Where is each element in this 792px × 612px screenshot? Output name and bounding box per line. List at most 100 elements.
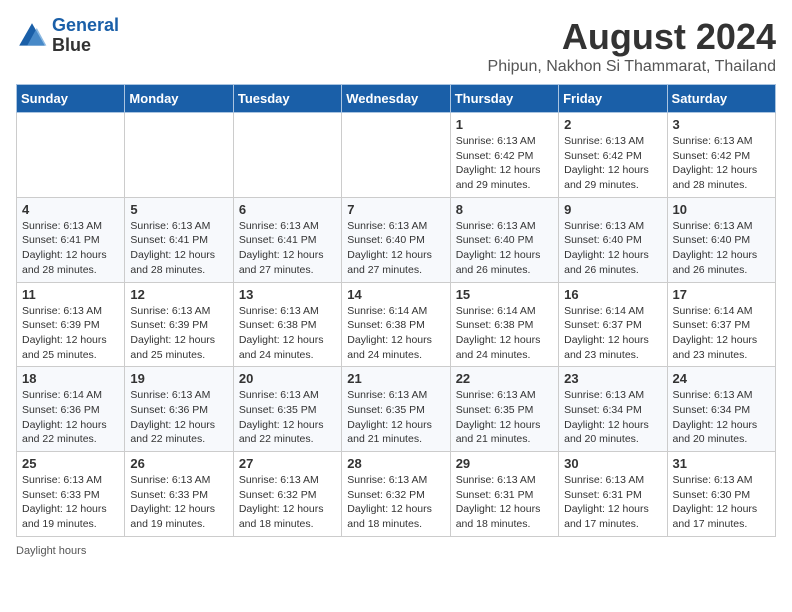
day-info: Sunrise: 6:14 AM Sunset: 6:37 PM Dayligh…: [564, 304, 661, 363]
calendar-cell: 31 Sunrise: 6:13 AM Sunset: 6:30 PM Dayli…: [667, 452, 775, 537]
calendar-header-cell: Saturday: [667, 85, 775, 113]
day-info: Sunrise: 6:13 AM Sunset: 6:34 PM Dayligh…: [673, 388, 770, 447]
calendar-cell: [233, 113, 341, 198]
calendar-cell: 29 Sunrise: 6:13 AM Sunset: 6:31 PM Dayli…: [450, 452, 558, 537]
day-info: Sunrise: 6:13 AM Sunset: 6:42 PM Dayligh…: [673, 134, 770, 193]
calendar-week-row: 11 Sunrise: 6:13 AM Sunset: 6:39 PM Dayli…: [17, 282, 776, 367]
calendar-cell: 2Sunrise: 6:13 AM Sunset: 6:42 PM Daylig…: [559, 113, 667, 198]
day-number: 19: [130, 371, 227, 386]
day-number: 25: [22, 456, 119, 471]
main-title: August 2024: [488, 16, 776, 58]
calendar-cell: 5 Sunrise: 6:13 AM Sunset: 6:41 PM Daylig…: [125, 197, 233, 282]
day-info: Sunrise: 6:13 AM Sunset: 6:41 PM Dayligh…: [239, 219, 336, 278]
day-info: Sunrise: 6:13 AM Sunset: 6:35 PM Dayligh…: [347, 388, 444, 447]
calendar-cell: 26 Sunrise: 6:13 AM Sunset: 6:33 PM Dayli…: [125, 452, 233, 537]
calendar-header-cell: Tuesday: [233, 85, 341, 113]
day-info: Sunrise: 6:13 AM Sunset: 6:40 PM Dayligh…: [564, 219, 661, 278]
calendar-cell: 3 Sunrise: 6:13 AM Sunset: 6:42 PM Daylig…: [667, 113, 775, 198]
day-info: Sunrise: 6:14 AM Sunset: 6:38 PM Dayligh…: [347, 304, 444, 363]
calendar-cell: 27Sunrise: 6:13 AM Sunset: 6:32 PM Dayli…: [233, 452, 341, 537]
calendar-cell: 18 Sunrise: 6:14 AM Sunset: 6:36 PM Dayli…: [17, 367, 125, 452]
calendar-header-row: SundayMondayTuesdayWednesdayThursdayFrid…: [17, 85, 776, 113]
day-number: 4: [22, 202, 119, 217]
day-number: 9: [564, 202, 661, 217]
day-number: 3: [673, 117, 770, 132]
day-number: 18: [22, 371, 119, 386]
calendar-cell: 22Sunrise: 6:13 AM Sunset: 6:35 PM Dayli…: [450, 367, 558, 452]
day-info: Sunrise: 6:13 AM Sunset: 6:33 PM Dayligh…: [22, 473, 119, 532]
day-info: Sunrise: 6:13 AM Sunset: 6:41 PM Dayligh…: [130, 219, 227, 278]
day-info: Sunrise: 6:14 AM Sunset: 6:38 PM Dayligh…: [456, 304, 553, 363]
day-info: Sunrise: 6:13 AM Sunset: 6:38 PM Dayligh…: [239, 304, 336, 363]
calendar-cell: 11 Sunrise: 6:13 AM Sunset: 6:39 PM Dayli…: [17, 282, 125, 367]
day-number: 8: [456, 202, 553, 217]
day-number: 16: [564, 287, 661, 302]
calendar-cell: 25 Sunrise: 6:13 AM Sunset: 6:33 PM Dayli…: [17, 452, 125, 537]
calendar-cell: 17 Sunrise: 6:14 AM Sunset: 6:37 PM Dayli…: [667, 282, 775, 367]
day-info: Sunrise: 6:14 AM Sunset: 6:36 PM Dayligh…: [22, 388, 119, 447]
calendar-header-cell: Thursday: [450, 85, 558, 113]
calendar-cell: 7 Sunrise: 6:13 AM Sunset: 6:40 PM Daylig…: [342, 197, 450, 282]
day-number: 29: [456, 456, 553, 471]
logo-text: General Blue: [52, 16, 119, 56]
calendar-cell: 12Sunrise: 6:13 AM Sunset: 6:39 PM Dayli…: [125, 282, 233, 367]
day-number: 5: [130, 202, 227, 217]
day-number: 10: [673, 202, 770, 217]
calendar-cell: 24 Sunrise: 6:13 AM Sunset: 6:34 PM Dayli…: [667, 367, 775, 452]
calendar-cell: [17, 113, 125, 198]
calendar-cell: 10Sunrise: 6:13 AM Sunset: 6:40 PM Dayli…: [667, 197, 775, 282]
calendar-cell: 21Sunrise: 6:13 AM Sunset: 6:35 PM Dayli…: [342, 367, 450, 452]
calendar-cell: 20 Sunrise: 6:13 AM Sunset: 6:35 PM Dayli…: [233, 367, 341, 452]
day-number: 31: [673, 456, 770, 471]
day-number: 1: [456, 117, 553, 132]
calendar-header-cell: Wednesday: [342, 85, 450, 113]
calendar-header-cell: Sunday: [17, 85, 125, 113]
sub-title: Phipun, Nakhon Si Thammarat, Thailand: [488, 58, 776, 76]
day-number: 20: [239, 371, 336, 386]
calendar-cell: 1 Sunrise: 6:13 AM Sunset: 6:42 PM Daylig…: [450, 113, 558, 198]
day-number: 13: [239, 287, 336, 302]
calendar-cell: 13 Sunrise: 6:13 AM Sunset: 6:38 PM Dayli…: [233, 282, 341, 367]
calendar-week-row: 18 Sunrise: 6:14 AM Sunset: 6:36 PM Dayli…: [17, 367, 776, 452]
day-number: 30: [564, 456, 661, 471]
day-number: 15: [456, 287, 553, 302]
day-info: Sunrise: 6:13 AM Sunset: 6:39 PM Dayligh…: [130, 304, 227, 363]
day-info: Sunrise: 6:13 AM Sunset: 6:31 PM Dayligh…: [456, 473, 553, 532]
day-info: Sunrise: 6:13 AM Sunset: 6:31 PM Dayligh…: [564, 473, 661, 532]
calendar-cell: 15 Sunrise: 6:14 AM Sunset: 6:38 PM Dayli…: [450, 282, 558, 367]
footer: Daylight hours: [16, 545, 776, 557]
day-info: Sunrise: 6:14 AM Sunset: 6:37 PM Dayligh…: [673, 304, 770, 363]
day-info: Sunrise: 6:13 AM Sunset: 6:35 PM Dayligh…: [239, 388, 336, 447]
logo: General Blue: [16, 16, 119, 56]
day-number: 14: [347, 287, 444, 302]
calendar-cell: 8 Sunrise: 6:13 AM Sunset: 6:40 PM Daylig…: [450, 197, 558, 282]
calendar-cell: 6 Sunrise: 6:13 AM Sunset: 6:41 PM Daylig…: [233, 197, 341, 282]
day-info: Sunrise: 6:13 AM Sunset: 6:40 PM Dayligh…: [347, 219, 444, 278]
day-number: 2: [564, 117, 661, 132]
calendar-header-cell: Monday: [125, 85, 233, 113]
day-number: 17: [673, 287, 770, 302]
day-info: Sunrise: 6:13 AM Sunset: 6:40 PM Dayligh…: [456, 219, 553, 278]
calendar-cell: [125, 113, 233, 198]
day-info: Sunrise: 6:13 AM Sunset: 6:35 PM Dayligh…: [456, 388, 553, 447]
day-info: Sunrise: 6:13 AM Sunset: 6:42 PM Dayligh…: [456, 134, 553, 193]
day-info: Sunrise: 6:13 AM Sunset: 6:34 PM Dayligh…: [564, 388, 661, 447]
calendar-cell: 23Sunrise: 6:13 AM Sunset: 6:34 PM Dayli…: [559, 367, 667, 452]
day-info: Sunrise: 6:13 AM Sunset: 6:39 PM Dayligh…: [22, 304, 119, 363]
calendar-cell: 14 Sunrise: 6:14 AM Sunset: 6:38 PM Dayli…: [342, 282, 450, 367]
calendar-header-cell: Friday: [559, 85, 667, 113]
day-number: 24: [673, 371, 770, 386]
day-info: Sunrise: 6:13 AM Sunset: 6:33 PM Dayligh…: [130, 473, 227, 532]
day-info: Sunrise: 6:13 AM Sunset: 6:32 PM Dayligh…: [347, 473, 444, 532]
day-number: 6: [239, 202, 336, 217]
day-number: 26: [130, 456, 227, 471]
day-number: 27: [239, 456, 336, 471]
day-number: 7: [347, 202, 444, 217]
calendar-cell: 19Sunrise: 6:13 AM Sunset: 6:36 PM Dayli…: [125, 367, 233, 452]
day-number: 11: [22, 287, 119, 302]
day-info: Sunrise: 6:13 AM Sunset: 6:41 PM Dayligh…: [22, 219, 119, 278]
day-info: Sunrise: 6:13 AM Sunset: 6:30 PM Dayligh…: [673, 473, 770, 532]
logo-icon: [16, 20, 48, 52]
day-number: 28: [347, 456, 444, 471]
calendar-week-row: 25 Sunrise: 6:13 AM Sunset: 6:33 PM Dayli…: [17, 452, 776, 537]
